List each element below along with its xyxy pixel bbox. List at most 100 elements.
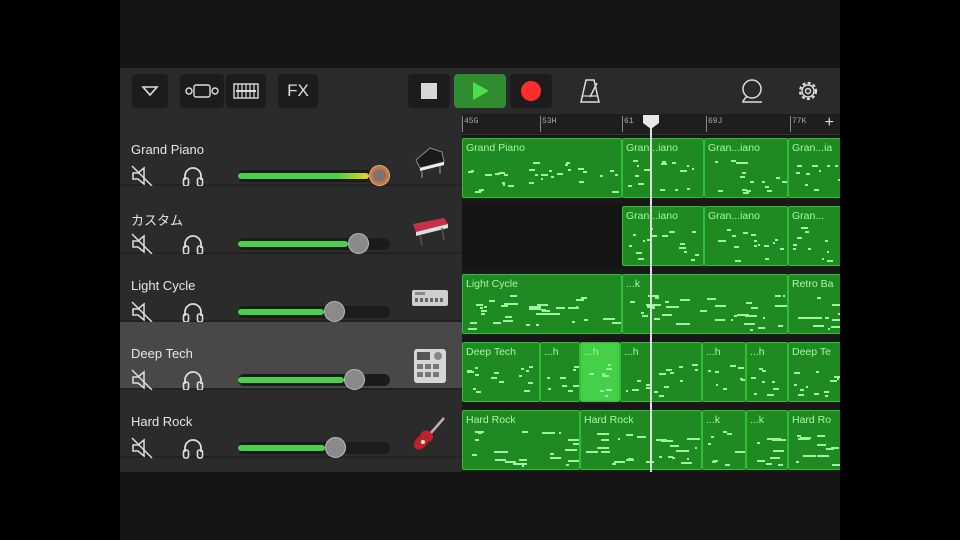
- midi-note: [798, 394, 805, 397]
- region[interactable]: Gran...ia: [788, 138, 840, 198]
- midi-note: [669, 231, 675, 234]
- region-label: Grand Piano: [466, 142, 525, 154]
- drum-machine-icon[interactable]: [410, 278, 450, 318]
- add-section-button[interactable]: +: [825, 114, 834, 132]
- region[interactable]: ...k: [622, 274, 788, 334]
- midi-note: [654, 317, 660, 320]
- loop-browser-button[interactable]: [732, 74, 772, 108]
- play-button[interactable]: [454, 74, 506, 108]
- midi-note: [750, 181, 755, 184]
- region-label: Gran...iano: [708, 142, 760, 154]
- midi-note: [805, 231, 809, 234]
- mute-icon[interactable]: [130, 232, 154, 256]
- volume-slider[interactable]: [238, 165, 390, 186]
- region-label: Hard Rock: [466, 414, 516, 426]
- track-header[interactable]: カスタム: [120, 186, 462, 256]
- volume-slider[interactable]: [238, 233, 390, 254]
- region[interactable]: Deep Tech: [462, 342, 540, 402]
- volume-knob[interactable]: [348, 233, 369, 254]
- stop-button[interactable]: [408, 74, 450, 108]
- region[interactable]: Hard Ro: [788, 410, 840, 470]
- midi-note: [638, 258, 644, 261]
- midi-note: [529, 308, 541, 311]
- region-label: Hard Rock: [584, 414, 634, 426]
- browser-button[interactable]: [132, 74, 168, 108]
- electric-guitar-icon[interactable]: [410, 414, 450, 454]
- midi-note: [713, 459, 719, 462]
- midi-note: [754, 240, 757, 243]
- region[interactable]: Gran...iano: [704, 138, 788, 198]
- region[interactable]: ...h: [540, 342, 580, 402]
- playhead-handle-icon[interactable]: [642, 114, 660, 130]
- midi-note: [772, 387, 780, 390]
- volume-knob[interactable]: [369, 165, 390, 186]
- region[interactable]: ...h: [620, 342, 702, 402]
- ruler-tick: [706, 116, 707, 132]
- region[interactable]: ...k: [702, 410, 746, 470]
- settings-button[interactable]: [788, 74, 828, 108]
- headphones-icon[interactable]: [181, 300, 205, 324]
- region[interactable]: ...h: [580, 342, 620, 402]
- volume-knob[interactable]: [344, 369, 365, 390]
- mute-icon[interactable]: [130, 436, 154, 460]
- region[interactable]: ...k: [746, 410, 788, 470]
- headphones-icon[interactable]: [181, 164, 205, 188]
- region[interactable]: Gran...iano: [704, 206, 788, 266]
- midi-note: [683, 251, 688, 254]
- region[interactable]: Gran...iano: [622, 138, 704, 198]
- region[interactable]: Hard Rock: [462, 410, 580, 470]
- midi-note: [724, 464, 731, 467]
- grand-piano-icon[interactable]: [410, 142, 450, 182]
- headphones-icon[interactable]: [181, 436, 205, 460]
- track-header[interactable]: Light Cycle: [120, 254, 462, 324]
- ruler-tick: [462, 116, 463, 132]
- region[interactable]: Grand Piano: [462, 138, 622, 198]
- midi-note: [478, 431, 483, 434]
- playhead-line[interactable]: [650, 120, 652, 472]
- volume-slider[interactable]: [238, 369, 390, 390]
- mute-icon[interactable]: [130, 164, 154, 188]
- track-header[interactable]: Deep Tech: [120, 322, 462, 392]
- mute-icon[interactable]: [130, 300, 154, 324]
- region[interactable]: Deep Te: [788, 342, 840, 402]
- loop-icon: [742, 79, 762, 103]
- region[interactable]: Gran...: [788, 206, 840, 266]
- region[interactable]: ...h: [746, 342, 788, 402]
- midi-note: [762, 180, 766, 183]
- record-button[interactable]: [510, 74, 552, 108]
- midi-note: [777, 463, 783, 466]
- keyboard-synth-icon[interactable]: [410, 210, 450, 250]
- midi-note: [505, 315, 513, 318]
- mixer-button[interactable]: [226, 74, 266, 108]
- volume-knob[interactable]: [325, 437, 346, 458]
- track-name: Light Cycle: [131, 278, 196, 293]
- midi-note: [660, 372, 663, 375]
- metronome-button[interactable]: [570, 74, 610, 108]
- volume-slider[interactable]: [238, 437, 390, 458]
- midi-note: [572, 384, 579, 387]
- midi-note: [731, 235, 737, 238]
- region[interactable]: Light Cycle: [462, 274, 622, 334]
- region[interactable]: Retro Ba: [788, 274, 840, 334]
- region[interactable]: Gran...iano: [622, 206, 704, 266]
- midi-note: [797, 316, 812, 319]
- midi-note: [488, 300, 495, 302]
- region[interactable]: Hard Rock: [580, 410, 702, 470]
- midi-note: [618, 437, 621, 440]
- volume-knob[interactable]: [324, 301, 345, 322]
- region[interactable]: ...h: [702, 342, 746, 402]
- midi-note: [518, 458, 528, 461]
- midi-note: [653, 304, 661, 307]
- volume-slider[interactable]: [238, 301, 390, 322]
- track-header[interactable]: Grand Piano: [120, 118, 462, 188]
- mute-icon[interactable]: [130, 368, 154, 392]
- timeline[interactable]: 45G 53H 61 69J 77K Grand Piano Gran...iano Gra…: [462, 114, 840, 472]
- fx-button[interactable]: FX: [278, 74, 318, 108]
- region-label: ...k: [626, 278, 641, 290]
- headphones-icon[interactable]: [181, 368, 205, 392]
- midi-note: [700, 309, 707, 312]
- track-header[interactable]: Hard Rock: [120, 390, 462, 460]
- tracks-view-button[interactable]: [180, 74, 224, 108]
- headphones-icon[interactable]: [181, 232, 205, 256]
- beat-sequencer-icon[interactable]: [410, 346, 450, 386]
